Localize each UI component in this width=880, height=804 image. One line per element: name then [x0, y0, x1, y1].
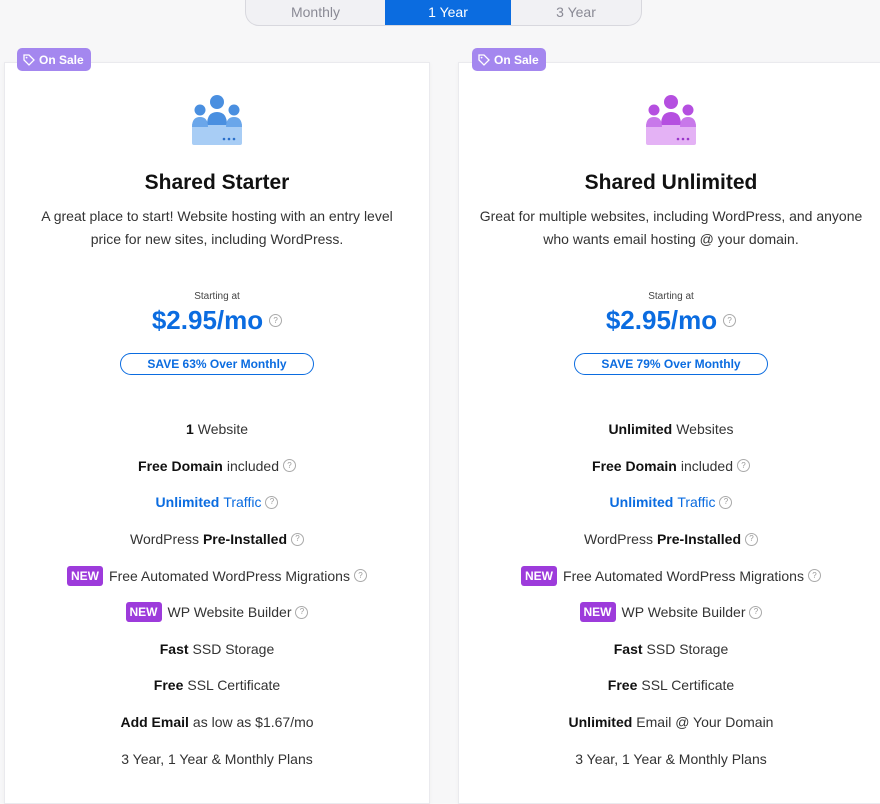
help-icon[interactable]: ? [269, 314, 283, 327]
plan-price: $2.95/mo [605, 305, 718, 335]
feature-text: Traffic [677, 494, 716, 511]
help-icon[interactable]: ? [749, 605, 763, 619]
new-badge: NEW [579, 602, 616, 623]
feature-item: WordPress Pre-Installed? [459, 521, 880, 558]
feature-text: Free Automated WordPress Migrations [563, 567, 804, 584]
feature-text: WP Website Builder [167, 604, 292, 621]
plan-card-shared-unlimited: Shared Unlimited Great for multiple webs… [458, 62, 880, 804]
feature-text: SSL Certificate [187, 677, 281, 694]
feature-text: SSD Storage [192, 640, 275, 657]
feature-item: 3 Year, 1 Year & Monthly Plans [459, 740, 880, 777]
new-badge: NEW [521, 565, 558, 586]
tab-1-year[interactable]: 1 Year [385, 0, 511, 25]
feature-text: WordPress [129, 531, 199, 548]
help-icon[interactable]: ? [736, 459, 750, 473]
feature-bold: Unlimited [568, 714, 633, 731]
feature-item: Unlimited Websites [459, 411, 880, 448]
on-sale-label: On Sale [494, 52, 539, 67]
feature-item: Fast SSD Storage [5, 631, 429, 668]
feature-bold: Pre-Installed [202, 531, 287, 548]
help-icon[interactable]: ? [723, 314, 737, 327]
on-sale-badge: On Sale [472, 48, 546, 71]
tag-icon [478, 53, 490, 66]
feature-bold: Free [153, 677, 184, 694]
savings-badge: SAVE 79% Over Monthly [574, 353, 768, 375]
starting-at-label: Starting at [648, 291, 694, 302]
feature-bold: Pre-Installed [656, 531, 741, 548]
feature-item: NEW WP Website Builder? [5, 594, 429, 631]
feature-text: WordPress [583, 531, 653, 548]
feature-bold: Free Domain [138, 457, 223, 474]
feature-item: Free SSL Certificate [5, 667, 429, 704]
tag-icon [23, 53, 35, 66]
feature-item: Unlimited Traffic? [5, 484, 429, 521]
feature-text: as low as $1.67/mo [192, 714, 314, 731]
help-icon[interactable]: ? [282, 459, 296, 473]
plan-title: Shared Unlimited [584, 171, 758, 194]
feature-bold: 1 [185, 421, 194, 438]
feature-bold: Fast [613, 640, 643, 657]
feature-list: Unlimited Websites Free Domain included?… [459, 411, 880, 777]
feature-text: Email @ Your Domain [636, 714, 774, 731]
feature-text: included [226, 457, 279, 474]
plan-description: Great for multiple websites, including W… [479, 208, 863, 247]
feature-link[interactable]: Unlimited [156, 494, 220, 510]
feature-text: 3 Year, 1 Year & Monthly Plans [575, 750, 767, 767]
plan-title: Shared Starter [144, 171, 290, 194]
plan-description: A great place to start! Website hosting … [41, 208, 393, 247]
feature-text: Free Automated WordPress Migrations [109, 567, 350, 584]
feature-text: Traffic [223, 494, 262, 511]
feature-bold: Fast [159, 640, 189, 657]
new-badge: NEW [67, 565, 104, 586]
new-badge: NEW [125, 602, 162, 623]
feature-item: 1 Website [5, 411, 429, 448]
feature-item: Add Email as low as $1.67/mo [5, 704, 429, 741]
on-sale-badge: On Sale [17, 48, 91, 71]
price-row: $2.95/mo ? [5, 305, 429, 336]
price-row: $2.95/mo ? [459, 305, 880, 336]
starting-at-label: Starting at [194, 291, 240, 302]
feature-bold: Add Email [120, 714, 189, 731]
help-icon[interactable]: ? [719, 495, 733, 509]
help-icon[interactable]: ? [807, 569, 821, 583]
feature-item: 3 Year, 1 Year & Monthly Plans [5, 740, 429, 777]
feature-item: Free Domain included? [5, 448, 429, 485]
feature-text: WP Website Builder [621, 604, 746, 621]
billing-period-tabs: Monthly 1 Year 3 Year [245, 0, 642, 26]
feature-text: 3 Year, 1 Year & Monthly Plans [121, 750, 313, 767]
feature-item: Unlimited Traffic? [459, 484, 880, 521]
feature-link[interactable]: Unlimited [610, 494, 674, 510]
feature-item: Free SSL Certificate [459, 667, 880, 704]
feature-text: SSL Certificate [641, 677, 735, 694]
feature-bold: Free Domain [592, 457, 677, 474]
team-users-icon [192, 95, 242, 145]
help-icon[interactable]: ? [291, 532, 304, 546]
tab-3-year[interactable]: 3 Year [511, 0, 641, 25]
feature-bold: Unlimited [608, 421, 673, 438]
help-icon[interactable]: ? [265, 495, 279, 509]
feature-item: NEW Free Automated WordPress Migrations? [5, 557, 429, 594]
feature-text: included [680, 457, 733, 474]
feature-list: 1 Website Free Domain included? Unlimite… [5, 411, 429, 777]
feature-item: Free Domain included? [459, 448, 880, 485]
feature-text: Websites [676, 421, 734, 438]
feature-item: NEW Free Automated WordPress Migrations? [459, 557, 880, 594]
feature-text: SSD Storage [646, 640, 729, 657]
help-icon[interactable]: ? [745, 532, 758, 546]
plan-price: $2.95/mo [151, 305, 264, 335]
feature-item: Unlimited Email @ Your Domain [459, 704, 880, 741]
feature-text: Website [197, 421, 249, 438]
plan-card-shared-starter: Shared Starter A great place to start! W… [4, 62, 430, 804]
savings-badge: SAVE 63% Over Monthly [120, 353, 314, 375]
feature-item: Fast SSD Storage [459, 631, 880, 668]
help-icon[interactable]: ? [295, 605, 309, 619]
help-icon[interactable]: ? [353, 569, 367, 583]
feature-item: WordPress Pre-Installed? [5, 521, 429, 558]
feature-item: NEW WP Website Builder? [459, 594, 880, 631]
tab-monthly[interactable]: Monthly [246, 0, 385, 25]
on-sale-label: On Sale [39, 52, 84, 67]
team-users-icon [646, 95, 696, 145]
feature-bold: Free [607, 677, 638, 694]
